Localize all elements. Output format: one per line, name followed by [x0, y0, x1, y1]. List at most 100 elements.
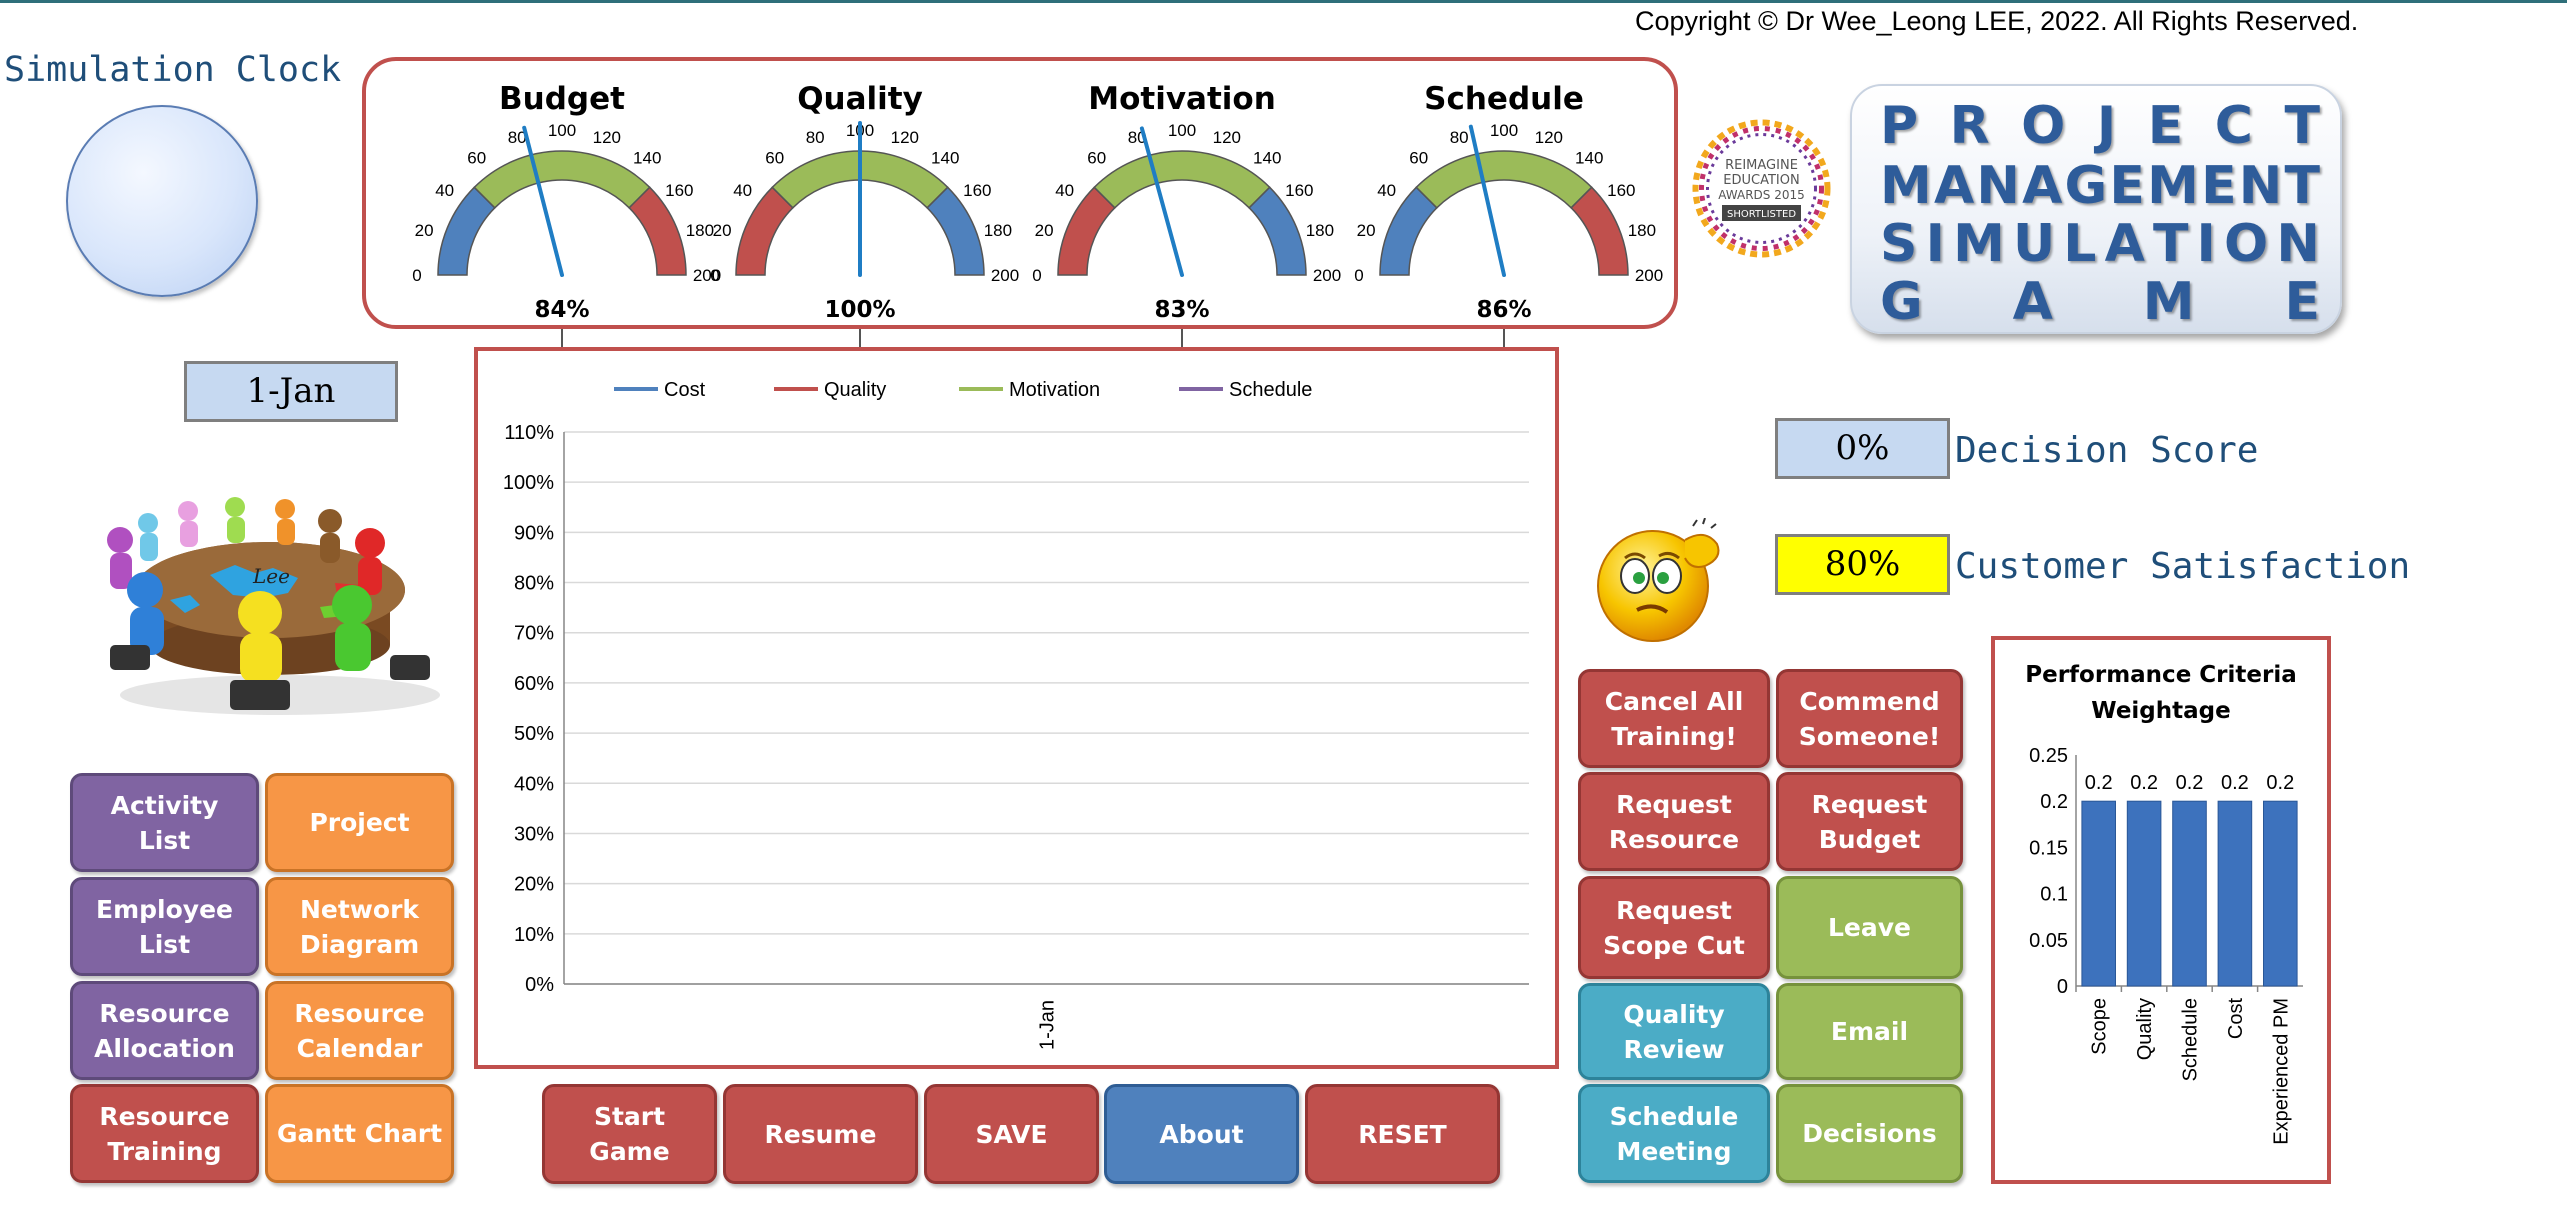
gauge-tick-label: 40 — [435, 181, 454, 200]
perf-chart-title-line2: Weightage — [2091, 698, 2230, 724]
commend-someone-button[interactable]: Commend Someone! — [1776, 669, 1963, 768]
team-meeting-image: Lee — [107, 497, 440, 715]
gauge-needle — [1139, 126, 1184, 277]
perf-y-tick-label: 0.05 — [2029, 930, 2068, 952]
logo-letter: N — [1976, 156, 2020, 216]
about-button[interactable]: About — [1104, 1084, 1299, 1184]
logo-letter: E — [2201, 156, 2237, 216]
gauge-high-band — [926, 186, 985, 276]
logo-letter: P — [1880, 96, 1919, 156]
request-resource-button[interactable]: Request Resource — [1578, 772, 1770, 871]
gauge-low-band — [1379, 186, 1438, 276]
decisions-button[interactable]: Decisions — [1776, 1084, 1963, 1183]
perf-y-tick-label: 0 — [2057, 976, 2068, 998]
start-game-button[interactable]: Start Game — [542, 1084, 717, 1184]
logo-letter: G — [2064, 156, 2108, 216]
y-tick-label: 40% — [514, 773, 554, 795]
gauge-tick-label: 160 — [1285, 181, 1313, 200]
quality-review-button[interactable]: Quality Review — [1578, 983, 1770, 1080]
logo-letter: G — [1880, 272, 1923, 332]
perf-bar — [2081, 800, 2116, 987]
resource-training-button[interactable]: Resource Training — [70, 1084, 259, 1183]
request-budget-button[interactable]: Request Budget — [1776, 772, 1963, 871]
perf-data-label: 0.2 — [2130, 772, 2158, 794]
email-button[interactable]: Email — [1776, 983, 1963, 1080]
logo-letter: M — [2142, 272, 2195, 332]
cancel-all-training-button[interactable]: Cancel All Training! — [1578, 669, 1770, 768]
resource-allocation-button[interactable]: Resource Allocation — [70, 981, 259, 1080]
perf-bar — [2172, 800, 2207, 987]
gauge-tick-label: 60 — [1087, 149, 1106, 168]
gauge-low-band — [735, 186, 794, 276]
logo-letter: R — [1949, 96, 1990, 156]
y-tick-label: 50% — [514, 723, 554, 745]
gauge-tick-label: 20 — [1035, 221, 1054, 240]
legend-label: Quality — [824, 379, 886, 401]
performance-criteria-chart: Performance Criteria Weightage 0 0.05 0.1 0.1… — [2025, 662, 2303, 1145]
gauge-value-label: 86% — [1476, 297, 1531, 323]
project-management-simulation-game-logo: PROJECT MANAGEMENT SIMULATION GAME — [1850, 84, 2342, 334]
confused-smiley-icon — [1597, 518, 1720, 642]
gauge-title: Schedule — [1424, 81, 1584, 117]
perf-category-label: Scope — [2089, 998, 2111, 1055]
current-date-display: 1-Jan — [184, 361, 398, 422]
logo-letter: O — [2021, 96, 2066, 156]
gauge-tick-label: 180 — [984, 221, 1012, 240]
gauge-mid-band — [1415, 150, 1593, 209]
simulation-clock-button[interactable] — [66, 105, 258, 297]
gauge-tick-label: 180 — [1306, 221, 1334, 240]
resource-calendar-button[interactable]: Resource Calendar — [265, 981, 454, 1080]
y-tick-label: 100% — [503, 472, 554, 494]
resume-button[interactable]: Resume — [723, 1084, 918, 1184]
save-button[interactable]: SAVE — [924, 1084, 1099, 1184]
perf-y-tick-label: 0.2 — [2040, 791, 2068, 813]
perf-bar — [2217, 800, 2253, 987]
gantt-chart-button[interactable]: Gantt Chart — [265, 1084, 454, 1183]
logo-letter: N — [2276, 214, 2320, 274]
schedule-meeting-button[interactable]: Schedule Meeting — [1578, 1084, 1770, 1183]
gauge-tick-label: 40 — [1055, 181, 1074, 200]
gauge-tick-label: 120 — [593, 128, 621, 147]
perf-category-label: Cost — [2225, 998, 2247, 1040]
logo-letter: J — [2096, 96, 2117, 156]
gauge-title: Quality — [797, 81, 923, 117]
gauge-value-label: 84% — [534, 297, 589, 323]
y-tick-label: 90% — [514, 522, 554, 544]
logo-letter: T — [2152, 214, 2189, 274]
logo-letter: T — [2284, 96, 2320, 156]
gauge-title: Motivation — [1088, 81, 1276, 117]
gauge-tick-label: 180 — [1628, 221, 1656, 240]
y-tick-label: 20% — [514, 874, 554, 896]
reset-button[interactable]: RESET — [1305, 1084, 1500, 1184]
project-button[interactable]: Project — [265, 773, 454, 872]
request-scope-cut-button[interactable]: Request Scope Cut — [1578, 876, 1770, 979]
gauge-high-band — [628, 186, 687, 276]
gauge-low-band — [1057, 186, 1116, 276]
perf-bar — [2126, 800, 2162, 987]
gauge-tick-label: 60 — [1409, 149, 1428, 168]
y-tick-label: 80% — [514, 573, 554, 595]
leave-button[interactable]: Leave — [1776, 876, 1963, 979]
top-border — [0, 0, 2567, 3]
logo-letter: L — [2063, 214, 2097, 274]
logo-letter: U — [2012, 214, 2056, 274]
employee-list-button[interactable]: Employee List — [70, 877, 259, 976]
gauge-tick-label: 200 — [1313, 266, 1341, 285]
perf-category-label: Experienced PM — [2270, 998, 2292, 1145]
x-tick-label: 1-Jan — [1037, 1000, 1059, 1050]
logo-letter: A — [2012, 272, 2053, 332]
network-diagram-button[interactable]: Network Diagram — [265, 877, 454, 976]
perf-bar — [2263, 800, 2298, 987]
svg-text:EDUCATION: EDUCATION — [1723, 173, 1799, 188]
gauge-high-band — [1248, 186, 1307, 276]
gauge-tick-label: 0 — [710, 266, 719, 285]
gauge-tick-label: 40 — [1377, 181, 1396, 200]
gauges-svg: 020406080 100 120140160180200Budget84%0204… — [412, 81, 1663, 347]
copyright-text: Copyright © Dr Wee_Leong LEE, 2022. All … — [1635, 6, 2359, 36]
y-tick-label: 110% — [504, 422, 554, 444]
logo-letter: O — [2224, 214, 2269, 274]
activity-list-button[interactable]: Activity List — [70, 773, 259, 872]
legend-label: Cost — [664, 379, 706, 401]
gauge-low-band — [437, 186, 496, 276]
logo-letter: M — [1880, 156, 1932, 216]
